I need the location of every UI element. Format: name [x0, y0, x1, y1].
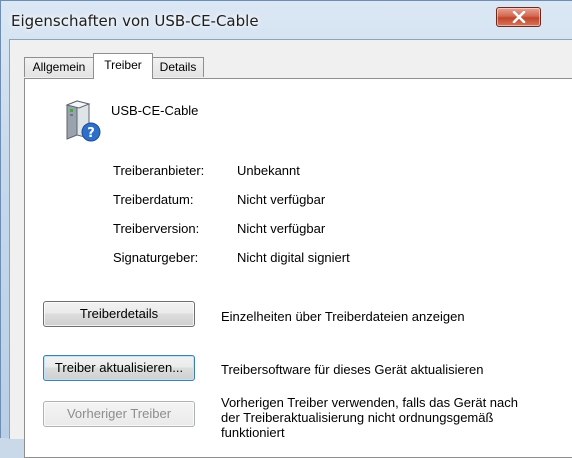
driver-version-value: Nicht verfügbar [237, 221, 326, 236]
properties-window: Eigenschaften von USB-CE-Cable Allgemein… [0, 0, 572, 458]
close-button[interactable] [496, 7, 541, 27]
driver-provider-label: Treiberanbieter: [113, 163, 205, 178]
close-x-icon [512, 11, 525, 23]
update-driver-description: Treibersoftware für dieses Gerät aktuali… [221, 362, 484, 377]
tab-treiber[interactable]: Treiber [93, 53, 153, 79]
title-bar[interactable]: Eigenschaften von USB-CE-Cable [1, 1, 572, 39]
driver-details-button[interactable]: Treiberdetails [43, 301, 195, 327]
driver-date-value: Nicht verfügbar [237, 192, 326, 207]
digital-signer-label: Signaturgeber: [113, 250, 199, 265]
dialog-client-area: Allgemein Treiber Details ? USB-CE-Cable… [9, 39, 572, 458]
unknown-device-icon: ? [65, 100, 101, 142]
driver-tab-panel: ? USB-CE-Cable Treiberanbieter: Unbekann… [24, 78, 572, 458]
rollback-driver-button[interactable]: Vorheriger Treiber [43, 401, 195, 427]
rollback-driver-description: Vorherigen Treiber verwenden, falls das … [221, 395, 519, 440]
svg-text:?: ? [87, 126, 95, 141]
digital-signer-value: Nicht digital signiert [237, 250, 350, 265]
driver-date-label: Treiberdatum: [113, 192, 194, 207]
tab-allgemein[interactable]: Allgemein [24, 57, 94, 77]
update-driver-button[interactable]: Treiber aktualisieren... [43, 355, 195, 381]
driver-details-description: Einzelheiten über Treiberdateien anzeige… [221, 309, 465, 324]
window-title: Eigenschaften von USB-CE-Cable [11, 12, 259, 30]
device-name: USB-CE-Cable [111, 103, 199, 118]
driver-provider-value: Unbekannt [237, 163, 300, 178]
tab-details[interactable]: Details [152, 57, 204, 77]
driver-version-label: Treiberversion: [113, 221, 200, 236]
